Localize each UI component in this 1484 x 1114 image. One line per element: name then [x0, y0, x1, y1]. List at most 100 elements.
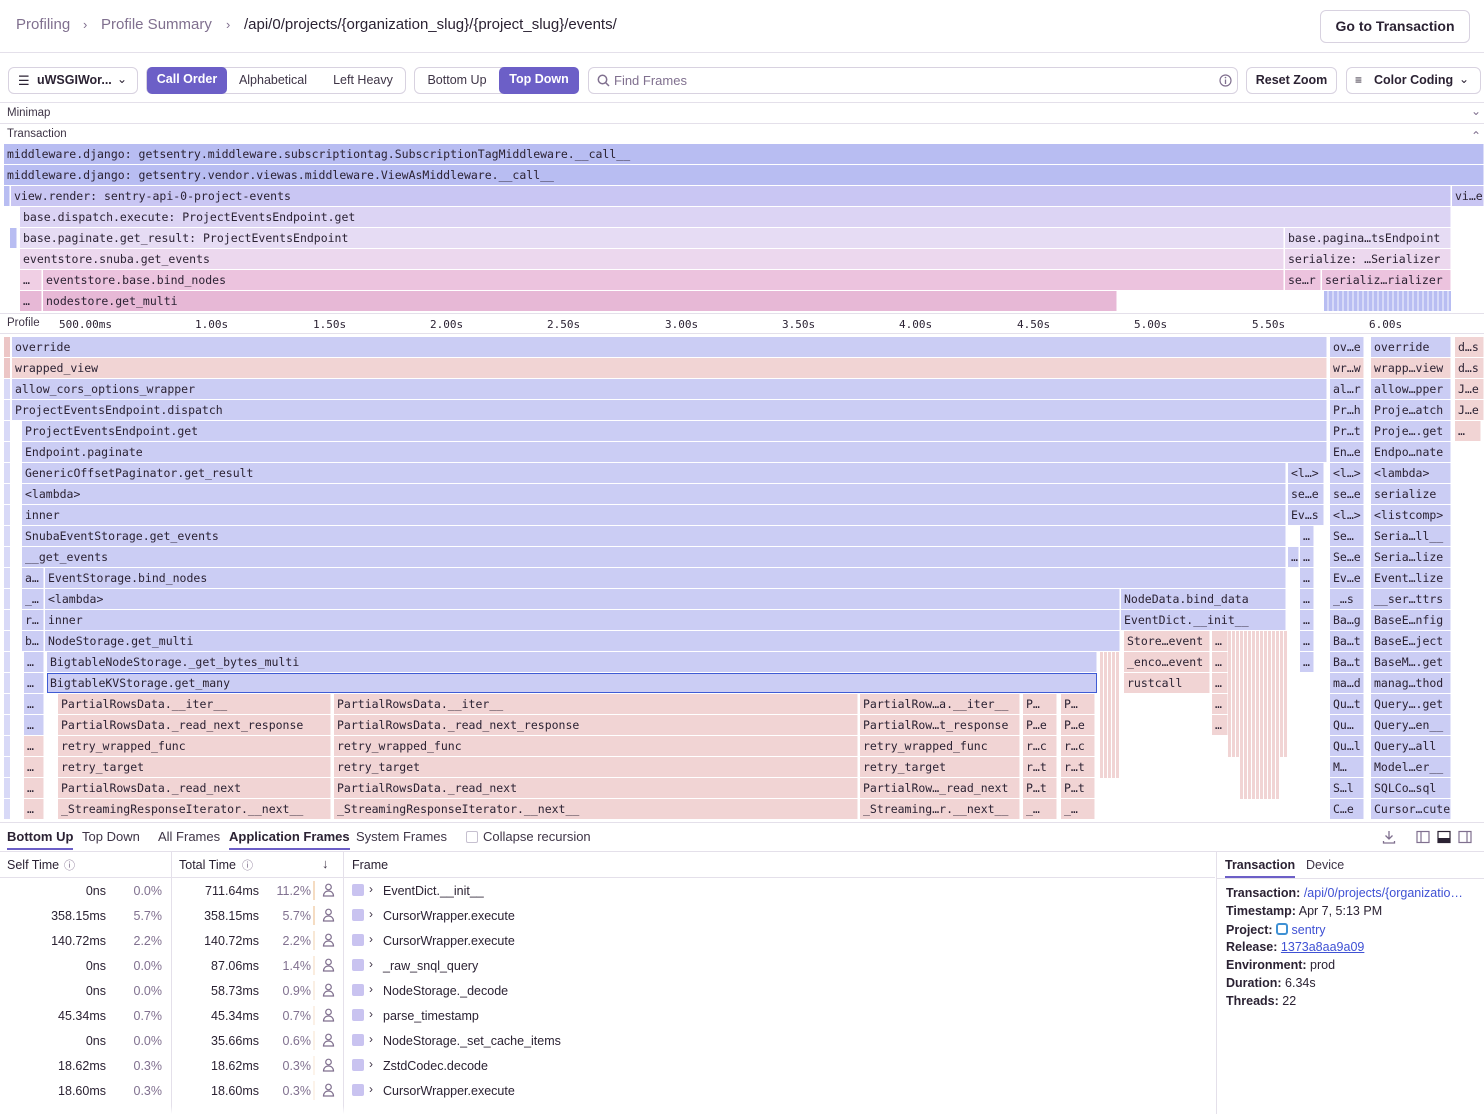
- table-row[interactable]: 0ns 0.0% 711.64ms 11.2% › EventDict.__init__: [0, 878, 1215, 903]
- span-row-2-edge[interactable]: [4, 186, 10, 206]
- flame-frame[interactable]: NodeData.bind_data: [1121, 589, 1286, 609]
- flame-frame[interactable]: …: [1455, 421, 1481, 441]
- tab-all-frames[interactable]: All Frames: [158, 829, 220, 844]
- flame-frame[interactable]: Endpoint.paginate: [22, 442, 1327, 462]
- flame-frame[interactable]: PartialRow…t_response: [860, 715, 1020, 735]
- flame-frame[interactable]: EventDict.__init__: [1121, 610, 1286, 630]
- flame-frame[interactable]: Query…en__: [1371, 715, 1451, 735]
- frame-sliver[interactable]: [4, 757, 10, 777]
- flame-frame[interactable]: …: [24, 736, 44, 756]
- tab-top-down[interactable]: Top Down: [82, 829, 140, 844]
- flame-frame[interactable]: _…s: [1330, 589, 1364, 609]
- flame-frame[interactable]: b…: [22, 631, 44, 651]
- flame-frame[interactable]: …: [1300, 631, 1314, 651]
- flame-frame[interactable]: <l…>: [1330, 505, 1364, 525]
- expand-chevron-icon[interactable]: ›: [369, 982, 373, 996]
- flame-frame[interactable]: NodeStorage.get_multi: [45, 631, 1120, 651]
- flame-frame[interactable]: J…e: [1455, 400, 1484, 420]
- span-row-2[interactable]: view.render: sentry-api-0-project-events: [11, 186, 1451, 206]
- flame-frame[interactable]: ma…d: [1330, 673, 1364, 693]
- flame-frame[interactable]: Ba…t: [1330, 631, 1364, 651]
- call-order-button[interactable]: Call Order: [147, 67, 227, 94]
- flame-frame[interactable]: inner: [22, 505, 1286, 525]
- span-row-5[interactable]: eventstore.snuba.get_events: [20, 249, 1284, 269]
- flame-frame[interactable]: allow_cors_options_wrapper: [12, 379, 1327, 399]
- frame-sliver[interactable]: [4, 589, 10, 609]
- flame-frame[interactable]: Ba…g: [1330, 610, 1364, 630]
- span-row-6-a[interactable]: …: [20, 270, 42, 290]
- flame-frame[interactable]: …: [24, 694, 44, 714]
- flame-frame[interactable]: Se…e: [1330, 547, 1364, 567]
- total-time-header[interactable]: Total Time: [179, 858, 236, 872]
- frame-name[interactable]: parse_timestamp: [383, 1009, 479, 1023]
- frame-sliver[interactable]: [4, 778, 10, 798]
- flame-frame[interactable]: Qu…: [1330, 715, 1364, 735]
- layout-left-icon[interactable]: [1416, 830, 1430, 844]
- flame-frame[interactable]: <listcomp>: [1371, 505, 1451, 525]
- frame-sliver[interactable]: [4, 337, 10, 357]
- flame-frame[interactable]: d…s: [1455, 358, 1484, 378]
- flame-frame[interactable]: BigtableNodeStorage._get_bytes_multi: [47, 652, 1097, 672]
- flame-frame[interactable]: ov…e: [1330, 337, 1364, 357]
- table-row[interactable]: 0ns 0.0% 58.73ms 0.9% › NodeStorage._decode: [0, 978, 1215, 1003]
- flame-frame[interactable]: Query…all: [1371, 736, 1451, 756]
- flame-frame[interactable]: r…t: [1023, 757, 1057, 777]
- table-row[interactable]: 0ns 0.0% 87.06ms 1.4% › _raw_snql_query: [0, 953, 1215, 978]
- flame-frame[interactable]: En…e: [1330, 442, 1364, 462]
- flame-frame[interactable]: _StreamingResponseIterator.__next__: [58, 799, 331, 819]
- flame-frame[interactable]: Event…lize: [1371, 568, 1451, 588]
- flame-frame[interactable]: PartialRowsData.__iter__: [58, 694, 331, 714]
- flame-frame[interactable]: al…r: [1330, 379, 1364, 399]
- flame-frame[interactable]: _enco…event: [1124, 652, 1210, 672]
- frame-sliver[interactable]: [4, 421, 10, 441]
- span-row-4-b[interactable]: base.pagina…tsEndpoint: [1285, 228, 1451, 248]
- find-frames-input[interactable]: Find Frames: [588, 67, 1238, 94]
- flame-frame[interactable]: …: [1212, 694, 1228, 714]
- breadcrumb-profiling[interactable]: Profiling: [16, 16, 70, 33]
- expand-chevron-icon[interactable]: ›: [369, 882, 373, 896]
- expand-chevron-icon[interactable]: ›: [369, 1082, 373, 1096]
- flame-frame[interactable]: P…e: [1061, 715, 1095, 735]
- top-down-button[interactable]: Top Down: [499, 67, 579, 94]
- flame-frame[interactable]: Store…event: [1124, 631, 1210, 651]
- transaction-spans-chart[interactable]: middleware.django: getsentry.middleware.…: [0, 144, 1484, 312]
- flame-frame[interactable]: <lambda>: [45, 589, 1120, 609]
- flame-frame[interactable]: <lambda>: [1371, 463, 1451, 483]
- flame-frame[interactable]: wrapped_view: [12, 358, 1327, 378]
- flame-frame[interactable]: _…: [22, 589, 44, 609]
- flame-frame[interactable]: <l…>: [1330, 463, 1364, 483]
- flame-frame[interactable]: PartialRowsData._read_next: [58, 778, 331, 798]
- flame-frame[interactable]: BaseE…nfig: [1371, 610, 1451, 630]
- color-coding-button[interactable]: ≡ Color Coding ⌄: [1346, 67, 1481, 94]
- frame-sliver[interactable]: [4, 463, 10, 483]
- flame-frame[interactable]: <lambda>: [22, 484, 1286, 504]
- frame-header[interactable]: Frame: [352, 858, 388, 872]
- frame-sliver[interactable]: [4, 736, 10, 756]
- flame-frame[interactable]: PartialRowsData.__iter__: [334, 694, 858, 714]
- flame-frame[interactable]: r…t: [1061, 757, 1095, 777]
- frame-sliver[interactable]: [4, 694, 10, 714]
- flame-frame[interactable]: retry_target: [334, 757, 858, 777]
- frame-sliver[interactable]: [4, 652, 10, 672]
- release-link[interactable]: 1373a8aa9a09: [1281, 940, 1364, 954]
- flame-frame[interactable]: P…: [1061, 694, 1095, 714]
- flame-frame[interactable]: wr…w: [1330, 358, 1364, 378]
- flame-frame[interactable]: …: [1300, 568, 1314, 588]
- table-row[interactable]: 358.15ms 5.7% 358.15ms 5.7% › CursorWrapper.e…: [0, 903, 1215, 928]
- frame-sliver[interactable]: [4, 400, 10, 420]
- flame-frame[interactable]: Endpo…nate: [1371, 442, 1451, 462]
- flame-frame[interactable]: C…e: [1330, 799, 1364, 819]
- expand-chevron-icon[interactable]: ›: [369, 932, 373, 946]
- expand-chevron-icon[interactable]: ›: [369, 907, 373, 921]
- frame-sliver[interactable]: [4, 547, 10, 567]
- frame-sliver[interactable]: [4, 799, 10, 819]
- flame-frame[interactable]: override: [1371, 337, 1451, 357]
- span-row-7[interactable]: nodestore.get_multi: [43, 291, 1117, 311]
- flame-frame[interactable]: _…: [1023, 799, 1057, 819]
- flame-frame[interactable]: PartialRowsData._read_next_response: [334, 715, 858, 735]
- flame-frame[interactable]: …: [24, 652, 44, 672]
- span-row-7-cluster[interactable]: [1324, 291, 1451, 311]
- flame-frame[interactable]: M…: [1330, 757, 1364, 777]
- sort-arrow-down-icon[interactable]: ↓: [322, 856, 329, 871]
- flame-frame[interactable]: PartialRow…a.__iter__: [860, 694, 1020, 714]
